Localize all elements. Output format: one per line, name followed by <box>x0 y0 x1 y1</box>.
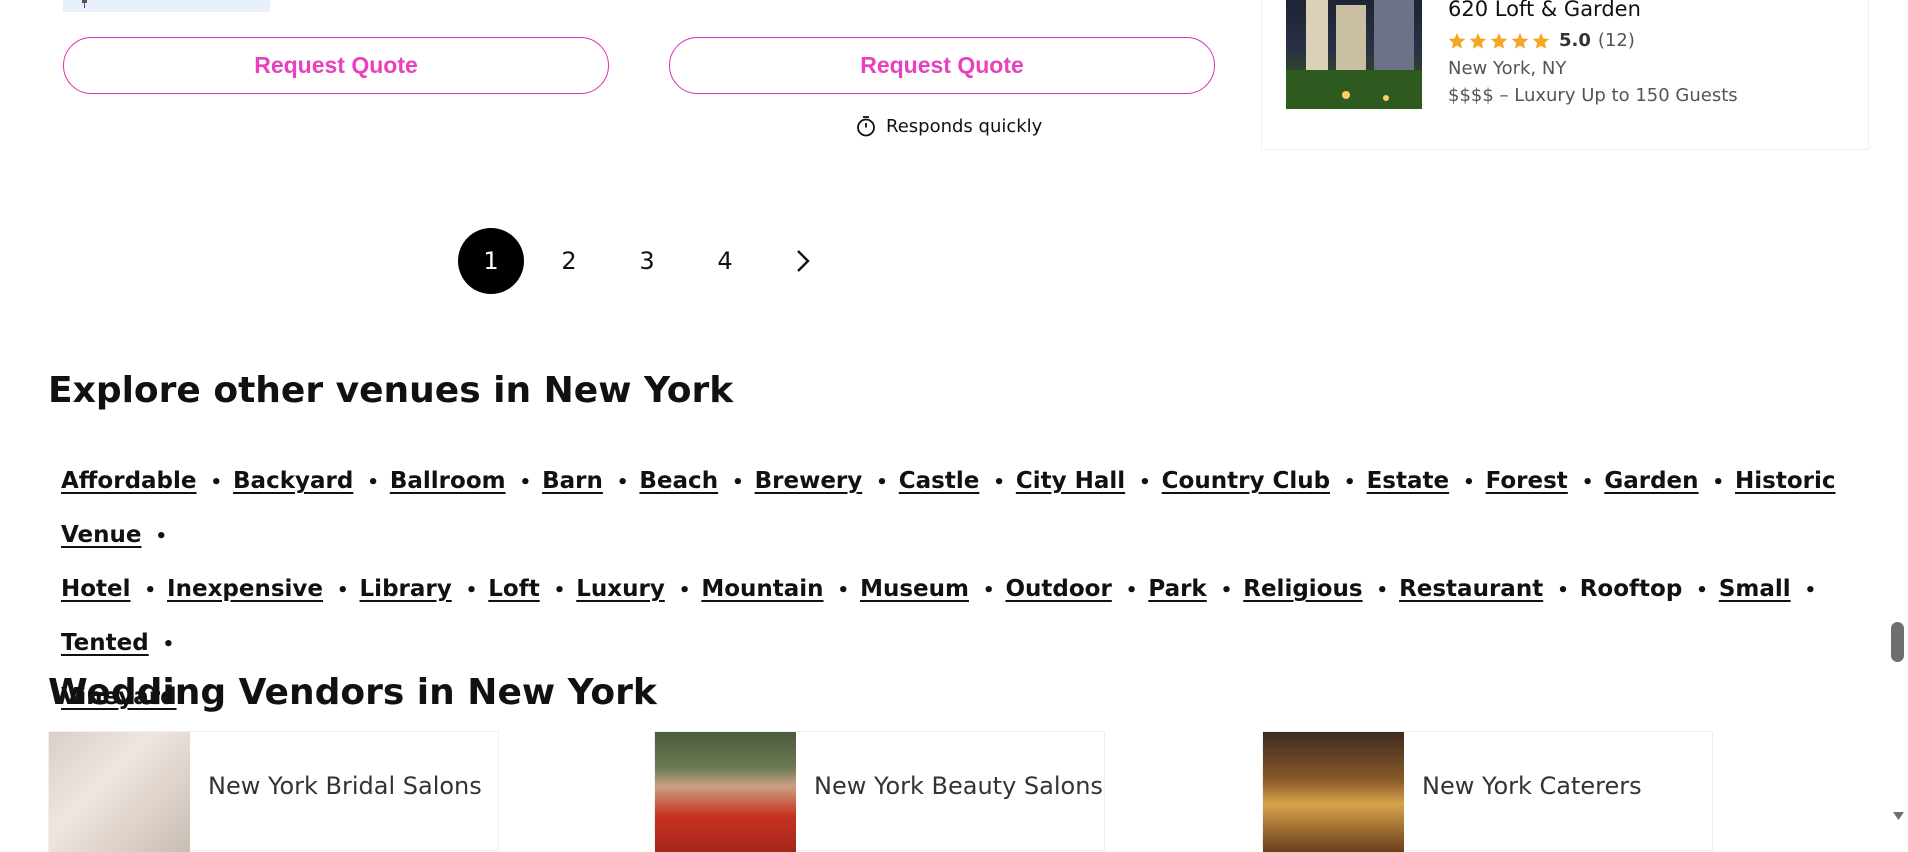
venue-type-link-luxury[interactable]: Luxury <box>576 576 665 602</box>
scroll-down-arrow-icon[interactable] <box>1892 810 1905 822</box>
page-4-button[interactable]: 4 <box>692 228 758 294</box>
venue-type-link-museum[interactable]: Museum <box>860 576 969 602</box>
venue-type-link-affordable[interactable]: Affordable <box>61 468 197 494</box>
bullet-separator: • <box>993 472 1005 493</box>
star-icon <box>1532 32 1550 49</box>
scrollbar-track[interactable] <box>1889 0 1908 836</box>
award-icon <box>82 0 87 8</box>
bullet-separator: • <box>553 580 566 601</box>
vendor-card-bridal-salons[interactable]: New York Bridal Salons <box>48 731 499 852</box>
star-rating <box>1448 32 1550 50</box>
bullet-separator: • <box>837 580 850 601</box>
bullet-separator: • <box>367 472 379 493</box>
bullet-separator: • <box>1376 580 1389 601</box>
bullet-separator: • <box>519 472 532 493</box>
star-icon <box>1448 32 1466 49</box>
bullet-separator: • <box>1581 472 1594 493</box>
star-icon <box>1469 32 1487 49</box>
bullet-separator: • <box>876 472 888 493</box>
venue-type-link-inexpensive[interactable]: Inexpensive <box>167 576 323 602</box>
venue-type-link-garden[interactable]: Garden <box>1604 468 1698 494</box>
venue-name[interactable]: 620 Loft & Garden <box>1448 0 1641 21</box>
venue-type-link-city-hall[interactable]: City Hall <box>1016 468 1125 494</box>
stopwatch-icon <box>857 116 875 137</box>
venue-type-link-tented[interactable]: Tented <box>61 630 149 656</box>
bridal-salon-image <box>49 732 190 852</box>
venue-type-link-library[interactable]: Library <box>360 576 452 602</box>
bullet-separator: • <box>616 472 629 493</box>
bullet-separator: • <box>1463 472 1475 493</box>
venue-type-link-brewery[interactable]: Brewery <box>755 468 863 494</box>
bullet-separator: • <box>732 472 744 493</box>
star-icon <box>1511 32 1529 49</box>
bullet-separator: • <box>1139 472 1151 493</box>
venue-type-link-loft[interactable]: Loft <box>488 576 539 602</box>
venue-type-link-country-club[interactable]: Country Club <box>1162 468 1330 494</box>
vendor-card-beauty-salons[interactable]: New York Beauty Salons <box>654 731 1105 852</box>
venue-location: New York, NY <box>1448 58 1567 79</box>
bullet-separator: • <box>162 634 175 655</box>
venue-type-link-hotel[interactable]: Hotel <box>61 576 131 602</box>
venue-type-link-rooftop: Rooftop <box>1579 576 1683 602</box>
explore-venues-heading: Explore other venues in New York <box>48 370 734 411</box>
page-3-button[interactable]: 3 <box>614 228 680 294</box>
venue-type-link-backyard[interactable]: Backyard <box>233 468 353 494</box>
featured-venue-card[interactable]: 620 Loft & Garden 5.0 (12) New York, NY … <box>1261 0 1869 150</box>
venue-guests: Up to 150 Guests <box>1581 85 1738 106</box>
bullet-separator: • <box>1696 580 1708 601</box>
bullet-separator: • <box>678 580 691 601</box>
vendor-card-caterers[interactable]: New York Caterers <box>1262 731 1713 852</box>
venue-price: $$$$ – Luxury <box>1448 85 1576 106</box>
vendor-card-label: New York Bridal Salons <box>208 772 482 800</box>
venue-type-link-religious[interactable]: Religious <box>1243 576 1362 602</box>
bullet-separator: • <box>1220 580 1233 601</box>
bullet-separator: • <box>1712 472 1725 493</box>
venue-type-link-barn[interactable]: Barn <box>542 468 603 494</box>
award-badge <box>63 0 270 12</box>
bullet-separator: • <box>210 472 223 493</box>
bullet-separator: • <box>337 580 349 601</box>
next-page-button[interactable] <box>770 228 836 294</box>
responds-quickly-note: Responds quickly <box>855 114 1042 138</box>
chevron-right-icon <box>797 250 810 272</box>
request-quote-button[interactable]: Request Quote <box>63 37 609 94</box>
review-count: (12) <box>1597 30 1635 51</box>
venue-type-link-mountain[interactable]: Mountain <box>701 576 823 602</box>
venue-type-link-small[interactable]: Small <box>1719 576 1791 602</box>
venue-thumbnail[interactable] <box>1286 0 1422 109</box>
venue-photo <box>1286 0 1422 109</box>
caterers-image <box>1263 732 1404 852</box>
bullet-separator: • <box>1557 580 1569 601</box>
beauty-salon-image <box>655 732 796 852</box>
bullet-separator: • <box>144 580 157 601</box>
venue-type-link-restaurant[interactable]: Restaurant <box>1399 576 1543 602</box>
venue-type-link-forest[interactable]: Forest <box>1486 468 1568 494</box>
scrollbar-thumb[interactable] <box>1891 622 1904 662</box>
bullet-separator: • <box>1804 580 1817 601</box>
venue-price-capacity: $$$$ – Luxury Up to 150 Guests <box>1448 85 1738 106</box>
venue-type-link-ballroom[interactable]: Ballroom <box>390 468 506 494</box>
page-2-button[interactable]: 2 <box>536 228 602 294</box>
wedding-vendors-heading: Wedding Vendors in New York <box>48 672 657 713</box>
request-quote-button[interactable]: Request Quote <box>669 37 1215 94</box>
vendor-card-label: New York Caterers <box>1422 772 1642 800</box>
venue-rating: 5.0 (12) <box>1448 30 1635 51</box>
bullet-separator: • <box>1125 580 1138 601</box>
venue-type-link-beach[interactable]: Beach <box>639 468 718 494</box>
bullet-separator: • <box>155 526 168 547</box>
bullet-separator: • <box>465 580 478 601</box>
bullet-separator: • <box>1344 472 1356 493</box>
venue-type-link-estate[interactable]: Estate <box>1367 468 1450 494</box>
page-1-button[interactable]: 1 <box>458 228 524 294</box>
venue-type-link-outdoor[interactable]: Outdoor <box>1005 576 1111 602</box>
venue-type-link-park[interactable]: Park <box>1148 576 1206 602</box>
bullet-separator: • <box>982 580 995 601</box>
responds-quickly-text: Responds quickly <box>886 115 1043 137</box>
star-icon <box>1490 32 1508 49</box>
vendor-card-label: New York Beauty Salons <box>814 772 1103 800</box>
pagination: 1 2 3 4 <box>458 228 836 294</box>
venue-type-link-castle[interactable]: Castle <box>899 468 980 494</box>
rating-score: 5.0 <box>1559 30 1591 51</box>
